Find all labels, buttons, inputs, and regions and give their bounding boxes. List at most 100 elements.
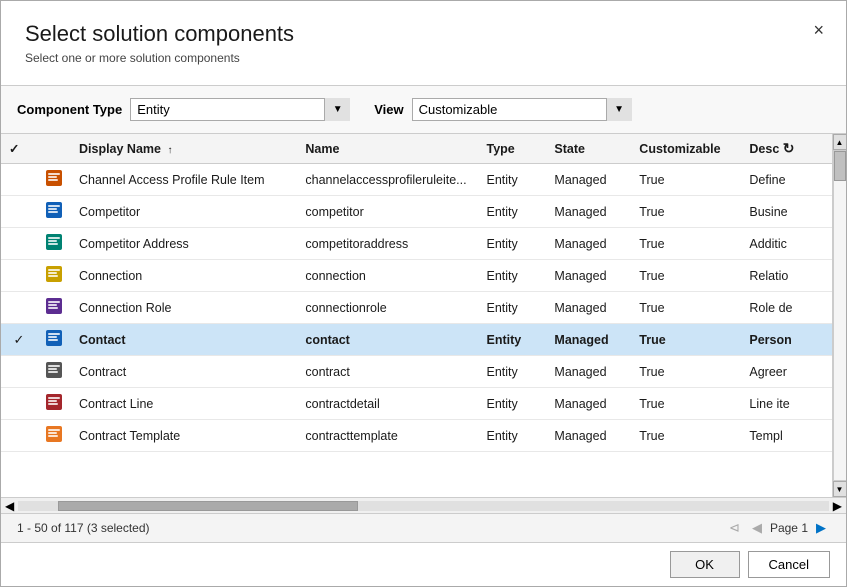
row-entity-icon xyxy=(37,260,71,292)
entity-type-icon xyxy=(45,393,63,411)
table-row[interactable]: Connection RoleconnectionroleEntityManag… xyxy=(1,292,832,324)
row-entity-icon xyxy=(37,164,71,196)
scroll-right-button[interactable]: ▶ xyxy=(829,499,846,513)
next-page-button[interactable]: ▶ xyxy=(812,518,830,538)
scroll-up-button[interactable]: ▲ xyxy=(833,134,847,150)
table-row[interactable]: Channel Access Profile Rule Itemchannela… xyxy=(1,164,832,196)
table-scroll-wrapper: ✓ Display Name ↑ Name Type State Customi… xyxy=(1,134,846,497)
table-row[interactable]: ✓ContactcontactEntityManagedTruePerson xyxy=(1,324,832,356)
horizontal-scrollbar[interactable]: ◀ ▶ xyxy=(1,497,846,513)
row-customizable: True xyxy=(631,388,741,420)
row-state: Managed xyxy=(546,356,631,388)
view-select[interactable]: Customizable xyxy=(412,98,632,121)
entity-type-icon xyxy=(45,297,63,315)
row-customizable: True xyxy=(631,420,741,452)
dialog-title: Select solution components xyxy=(25,21,822,47)
row-state: Managed xyxy=(546,164,631,196)
entity-type-icon xyxy=(45,169,63,187)
col-icon xyxy=(37,134,71,164)
table-row[interactable]: Contract TemplatecontracttemplateEntityM… xyxy=(1,420,832,452)
filter-bar: Component Type Entity ▼ View Customizabl… xyxy=(1,85,846,134)
row-state: Managed xyxy=(546,324,631,356)
row-desc: Line ite xyxy=(741,388,832,420)
row-display-name: Competitor Address xyxy=(71,228,297,260)
row-customizable: True xyxy=(631,164,741,196)
col-display-name[interactable]: Display Name ↑ xyxy=(71,134,297,164)
row-display-name: Contact xyxy=(71,324,297,356)
col-state: State xyxy=(546,134,631,164)
row-display-name: Connection xyxy=(71,260,297,292)
refresh-icon[interactable]: ↻ xyxy=(783,140,795,156)
col-check: ✓ xyxy=(1,134,37,164)
row-desc: Relatio xyxy=(741,260,832,292)
component-type-label: Component Type xyxy=(17,102,122,117)
row-name: connection xyxy=(297,260,478,292)
scrollbar-track xyxy=(833,150,847,481)
record-info: 1 - 50 of 117 (3 selected) xyxy=(17,521,150,535)
row-customizable: True xyxy=(631,228,741,260)
row-entity-icon xyxy=(37,356,71,388)
check-icon: ✓ xyxy=(14,332,25,347)
row-check xyxy=(1,420,37,452)
row-display-name: Contract xyxy=(71,356,297,388)
row-check xyxy=(1,164,37,196)
row-type: Entity xyxy=(479,196,547,228)
row-check xyxy=(1,356,37,388)
scroll-down-button[interactable]: ▼ xyxy=(833,481,847,497)
table-scroll-area[interactable]: ✓ Display Name ↑ Name Type State Customi… xyxy=(1,134,832,497)
row-check: ✓ xyxy=(1,324,37,356)
pagination: ⊲ ◀ Page 1 ▶ xyxy=(725,518,830,538)
row-state: Managed xyxy=(546,228,631,260)
table-row[interactable]: Contract LinecontractdetailEntityManaged… xyxy=(1,388,832,420)
col-customizable: Customizable xyxy=(631,134,741,164)
entity-type-icon xyxy=(45,425,63,443)
entity-type-icon xyxy=(45,233,63,251)
row-display-name: Competitor xyxy=(71,196,297,228)
scroll-thumb[interactable] xyxy=(58,501,358,511)
scrollbar-thumb[interactable] xyxy=(834,151,846,181)
entities-table: ✓ Display Name ↑ Name Type State Customi… xyxy=(1,134,832,452)
row-check xyxy=(1,228,37,260)
row-type: Entity xyxy=(479,388,547,420)
row-name: contractdetail xyxy=(297,388,478,420)
cancel-button[interactable]: Cancel xyxy=(748,551,830,578)
dialog-subtitle: Select one or more solution components xyxy=(25,51,822,65)
row-desc: Define xyxy=(741,164,832,196)
row-entity-icon xyxy=(37,388,71,420)
view-label: View xyxy=(374,102,403,117)
row-name: contracttemplate xyxy=(297,420,478,452)
table-header-row: ✓ Display Name ↑ Name Type State Customi… xyxy=(1,134,832,164)
entity-type-icon xyxy=(45,329,63,347)
scroll-left-button[interactable]: ◀ xyxy=(1,499,18,513)
table-row[interactable]: CompetitorcompetitorEntityManagedTrueBus… xyxy=(1,196,832,228)
entity-type-icon xyxy=(45,265,63,283)
prev-page-button[interactable]: ◀ xyxy=(748,518,766,538)
table-row[interactable]: Competitor AddresscompetitoraddressEntit… xyxy=(1,228,832,260)
close-button[interactable]: × xyxy=(807,17,830,43)
col-type: Type xyxy=(479,134,547,164)
row-name: connectionrole xyxy=(297,292,478,324)
row-name: competitor xyxy=(297,196,478,228)
row-entity-icon xyxy=(37,196,71,228)
row-name: contract xyxy=(297,356,478,388)
row-type: Entity xyxy=(479,324,547,356)
table-row[interactable]: ContractcontractEntityManagedTrueAgreer xyxy=(1,356,832,388)
table-row[interactable]: ConnectionconnectionEntityManagedTrueRel… xyxy=(1,260,832,292)
component-type-select[interactable]: Entity xyxy=(130,98,350,121)
row-name: competitoraddress xyxy=(297,228,478,260)
row-state: Managed xyxy=(546,420,631,452)
first-page-button[interactable]: ⊲ xyxy=(725,518,744,538)
row-name: contact xyxy=(297,324,478,356)
row-desc: Agreer xyxy=(741,356,832,388)
col-name: Name xyxy=(297,134,478,164)
action-bar: OK Cancel xyxy=(1,542,846,586)
entity-type-icon xyxy=(45,201,63,219)
row-desc: Role de xyxy=(741,292,832,324)
row-display-name: Contract Line xyxy=(71,388,297,420)
row-state: Managed xyxy=(546,196,631,228)
sort-arrow-icon: ↑ xyxy=(167,145,172,156)
ok-button[interactable]: OK xyxy=(670,551,740,578)
row-entity-icon xyxy=(37,292,71,324)
entity-type-icon xyxy=(45,361,63,379)
row-check xyxy=(1,292,37,324)
